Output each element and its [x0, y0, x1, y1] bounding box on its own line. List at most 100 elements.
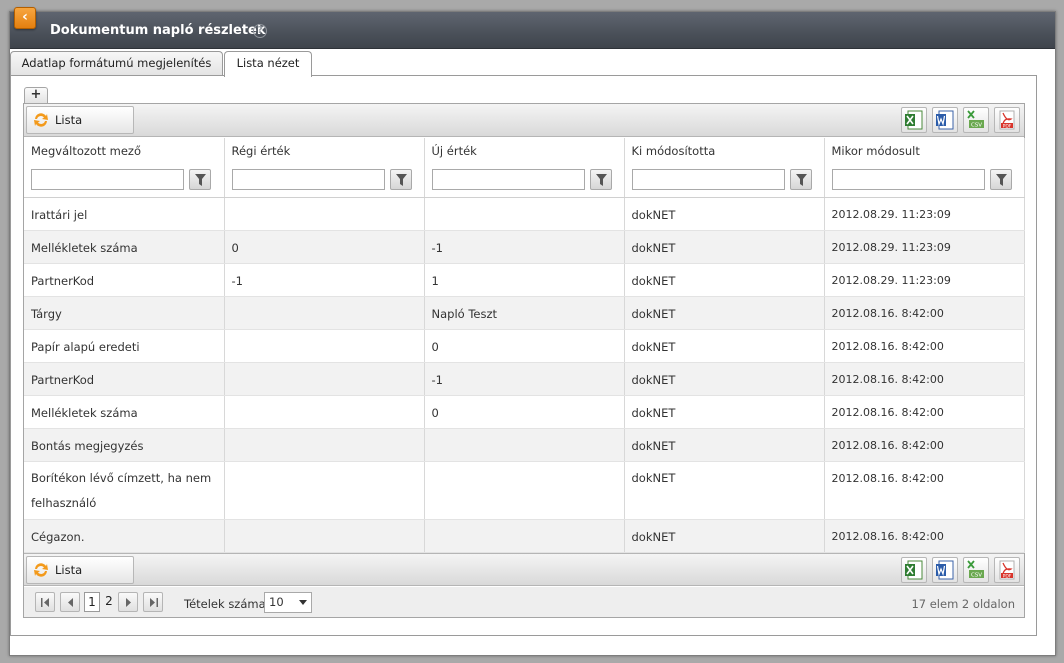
next-page-button[interactable]	[118, 592, 138, 612]
cell-modified-by: dokNET	[624, 296, 825, 330]
filter-icon	[995, 173, 1007, 186]
column-header-modified-by[interactable]: Ki módosította	[624, 138, 825, 163]
cell-modified-by: dokNET	[624, 263, 825, 297]
filter-modified-by-input[interactable]	[631, 168, 785, 190]
table-row[interactable]: Mellékletek száma 0 -1 dokNET 2012.08.29…	[24, 230, 1025, 264]
last-page-button[interactable]	[143, 592, 163, 612]
export-buttons: CSV PDF	[896, 107, 1020, 133]
pager: 1 2 Tételek száma: 10 17 elem 2 oldalon	[24, 587, 1024, 617]
column-header-old-value[interactable]: Régi érték	[224, 138, 425, 163]
column-header-modified-at[interactable]: Mikor módosult	[824, 138, 1025, 163]
export-word-button[interactable]	[932, 107, 958, 133]
export-buttons-bottom: CSV PDF	[896, 557, 1020, 583]
word-icon	[936, 560, 954, 580]
column-header-new-value[interactable]: Új érték	[424, 138, 625, 163]
page-size-value: 10	[269, 595, 284, 609]
filter-field-button[interactable]	[189, 168, 211, 190]
page-size-select[interactable]: 10	[264, 592, 312, 613]
cell-modified-by: dokNET	[624, 197, 825, 231]
cell-modified-by: dokNET	[624, 329, 825, 363]
cell-modified-by: dokNET	[624, 461, 825, 520]
page-1-link[interactable]: 1	[84, 592, 100, 612]
refresh-icon	[34, 113, 48, 127]
filter-icon	[195, 173, 206, 186]
changes-table: Megváltozott mező Régi érték Új érték Ki…	[24, 138, 1025, 553]
refresh-icon	[34, 563, 48, 577]
filter-new-value-input[interactable]	[431, 168, 585, 190]
filter-old-value-input[interactable]	[231, 168, 385, 190]
table-row[interactable]: Borítékon lévő címzett, ha nem felhaszná…	[24, 461, 1025, 520]
table-row[interactable]: Bontás megjegyzés dokNET 2012.08.16. 8:4…	[24, 428, 1025, 462]
add-button[interactable]: +	[24, 87, 48, 103]
tab-form-view[interactable]: Adatlap formátumú megjelenítés	[10, 51, 223, 76]
cell-modified-by: dokNET	[624, 230, 825, 264]
cell-new-value: 1	[424, 263, 625, 297]
cell-field: Mellékletek száma	[24, 230, 225, 264]
refresh-list-button[interactable]: Lista frissítése	[26, 106, 134, 153]
filter-new-value-button[interactable]	[589, 168, 612, 190]
word-icon	[936, 110, 954, 130]
last-page-icon	[150, 598, 158, 607]
export-excel-button[interactable]	[901, 107, 927, 133]
back-button[interactable]: ‹	[14, 7, 36, 29]
help-icon[interactable]: ?	[253, 24, 267, 38]
filter-modified-at-input[interactable]	[831, 168, 985, 190]
prev-page-button[interactable]	[60, 592, 80, 612]
cell-field: PartnerKod	[24, 263, 225, 297]
cell-modified-by: dokNET	[624, 395, 825, 429]
cell-old-value	[224, 461, 425, 520]
table-row[interactable]: Mellékletek száma 0 dokNET 2012.08.16. 8…	[24, 395, 1025, 429]
filter-modified-at-button[interactable]	[989, 168, 1012, 190]
export-pdf-button[interactable]: PDF	[994, 557, 1020, 583]
filter-field-input[interactable]	[31, 168, 184, 190]
table-row[interactable]: Papír alapú eredeti 0 dokNET 2012.08.16.…	[24, 329, 1025, 363]
export-word-button[interactable]	[932, 557, 958, 583]
cell-old-value	[224, 296, 425, 330]
cell-new-value	[424, 428, 625, 462]
chevron-down-icon	[299, 600, 307, 605]
table-row[interactable]: Irattári jel dokNET 2012.08.29. 11:23:09	[24, 197, 1025, 231]
cell-modified-by: dokNET	[624, 519, 825, 553]
next-page-icon	[126, 598, 131, 607]
filter-modified-by-button[interactable]	[789, 168, 812, 190]
cell-old-value	[224, 329, 425, 363]
cell-field: Cégazon.	[24, 519, 225, 553]
export-csv-button[interactable]: CSV	[963, 557, 989, 583]
cell-modified-by: dokNET	[624, 362, 825, 396]
filter-icon	[595, 173, 607, 186]
cell-new-value	[424, 461, 625, 520]
cell-modified-at: 2012.08.29. 11:23:09	[824, 263, 1025, 297]
bottom-toolbar: Lista frissítése CSV	[24, 553, 1024, 603]
cell-modified-by: dokNET	[624, 428, 825, 462]
table-row[interactable]: PartnerKod -1 1 dokNET 2012.08.29. 11:23…	[24, 263, 1025, 297]
column-header-field[interactable]: Megváltozott mező	[24, 138, 225, 163]
table-row[interactable]: Tárgy Napló Teszt dokNET 2012.08.16. 8:4…	[24, 296, 1025, 330]
table-row[interactable]: Cégazon. dokNET 2012.08.16. 8:42:00	[24, 519, 1025, 553]
excel-icon	[905, 560, 923, 580]
first-page-button[interactable]	[35, 592, 55, 612]
filter-icon	[795, 173, 807, 186]
cell-modified-at: 2012.08.16. 8:42:00	[824, 395, 1025, 429]
table-row[interactable]: PartnerKod -1 dokNET 2012.08.16. 8:42:00	[24, 362, 1025, 396]
export-pdf-button[interactable]: PDF	[994, 107, 1020, 133]
tab-list-view[interactable]: Lista nézet	[224, 51, 312, 77]
first-page-icon	[41, 598, 49, 607]
svg-text:CSV: CSV	[971, 573, 982, 579]
filter-old-value-button[interactable]	[389, 168, 412, 190]
cell-modified-at: 2012.08.16. 8:42:00	[824, 296, 1025, 330]
page-2-link[interactable]: 2	[101, 592, 117, 612]
pdf-icon: PDF	[999, 560, 1015, 580]
cell-field: Papír alapú eredeti	[24, 329, 225, 363]
export-excel-button[interactable]	[901, 557, 927, 583]
cell-new-value: -1	[424, 362, 625, 396]
export-csv-button[interactable]: CSV	[963, 107, 989, 133]
cell-new-value: 0	[424, 329, 625, 363]
refresh-list-button-bottom[interactable]: Lista frissítése	[26, 556, 134, 603]
cell-modified-at: 2012.08.16. 8:42:00	[824, 519, 1025, 553]
cell-old-value	[224, 197, 425, 231]
cell-modified-at: 2012.08.29. 11:23:09	[824, 230, 1025, 264]
cell-old-value	[224, 519, 425, 553]
cell-old-value	[224, 428, 425, 462]
cell-modified-at: 2012.08.16. 8:42:00	[824, 428, 1025, 462]
filter-icon	[395, 173, 407, 186]
